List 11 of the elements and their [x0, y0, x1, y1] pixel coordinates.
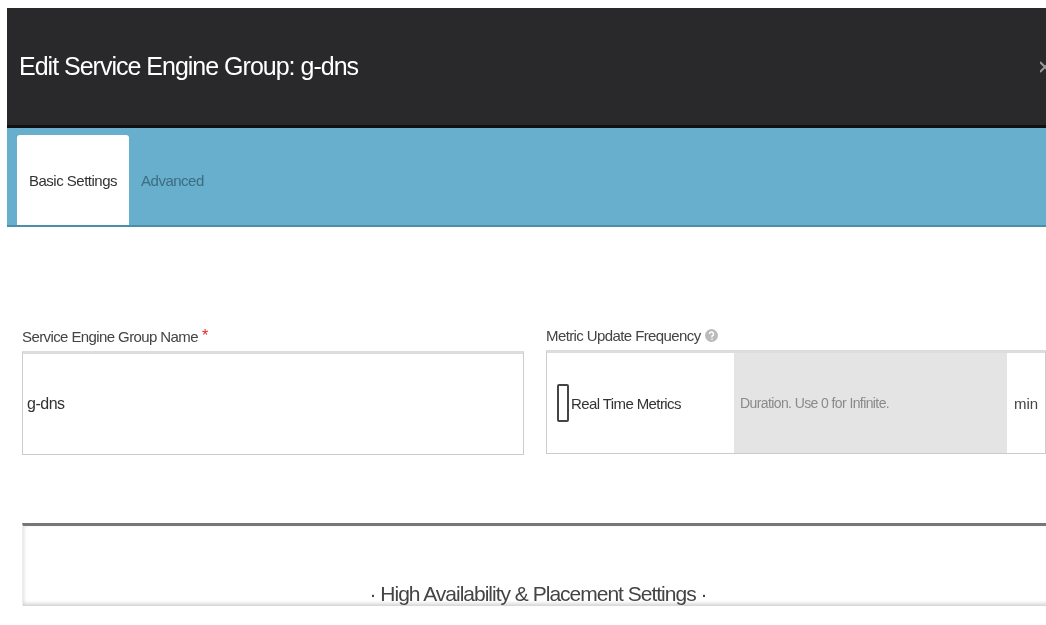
required-mark: * — [201, 327, 208, 345]
section-title[interactable]: · High Availability & Placement Settings · — [369, 582, 707, 606]
field-label: Metric Update Frequency — [546, 327, 701, 344]
checkbox[interactable] — [557, 384, 569, 422]
duration-field[interactable]: Duration. Use 0 for Infinite. — [734, 353, 1007, 453]
unit-label: min — [1012, 393, 1040, 414]
field-label: Service Engine Group Name — [22, 327, 198, 345]
window-title: Edit Service Engine Group: g-dns — [19, 52, 359, 81]
name-field[interactable]: g-dns — [22, 351, 524, 455]
tab[interactable]: Basic Settings — [17, 135, 130, 225]
checkbox-label: Real Time Metrics — [571, 394, 681, 412]
